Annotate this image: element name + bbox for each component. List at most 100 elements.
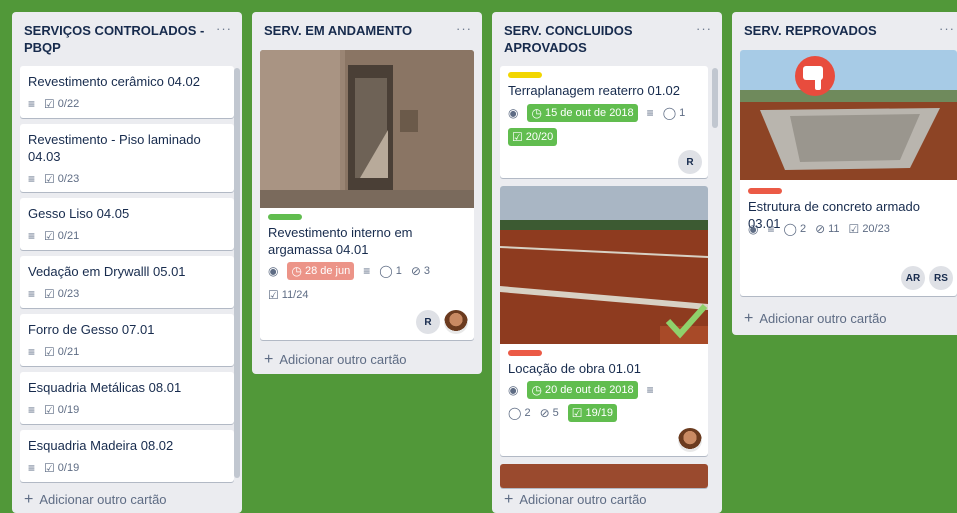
- attachments-badge: ⊘ 11: [815, 220, 839, 238]
- attachments-badge: ⊘ 5: [540, 404, 559, 422]
- checklist-icon: ☑: [571, 406, 583, 420]
- list-menu-icon[interactable]: ···: [456, 21, 472, 36]
- list-menu-icon[interactable]: ···: [216, 21, 232, 36]
- description-icon: ≡: [28, 287, 36, 301]
- card[interactable]: Revestimento cerâmico 04.02 ≡ ☑ 0/22: [20, 66, 234, 118]
- list-title[interactable]: SERV. CONCLUIDOS APROVADOS: [504, 22, 686, 56]
- checklist-count: 19/19: [585, 407, 614, 419]
- due-date-badge[interactable]: ◷ 20 de out de 2018: [527, 381, 638, 399]
- card[interactable]: Gesso Liso 04.05 ≡ ☑ 0/21: [20, 198, 234, 250]
- checklist-badge: ☑ 20/20: [508, 128, 558, 146]
- checklist-badge: ☑ 0/21: [44, 343, 79, 361]
- list-scrollbar[interactable]: [712, 68, 718, 128]
- checklist-badge: ☑ 20/23: [849, 220, 890, 238]
- watch-icon: ◉: [748, 222, 759, 236]
- checklist-badge: ☑ 0/23: [44, 170, 79, 188]
- list-reprovados: SERV. REPROVADOS ··· Estrutura de concre…: [732, 12, 957, 335]
- green-label: [268, 214, 302, 220]
- card[interactable]: Revestimento - Piso laminado 04.03 ≡ ☑ 0/…: [20, 124, 234, 192]
- description-icon: ≡: [363, 264, 371, 278]
- card-title: Esquadria Madeira 08.02: [28, 438, 174, 453]
- card[interactable]: Esquadria Madeira 08.02 ≡ ☑ 0/19: [20, 430, 234, 482]
- list-menu-icon[interactable]: ···: [939, 21, 955, 36]
- avatar[interactable]: R: [416, 310, 440, 334]
- add-card-button[interactable]: + Adicionar outro cartão: [744, 309, 887, 327]
- avatar-photo[interactable]: [678, 428, 702, 452]
- list-menu-icon[interactable]: ···: [696, 21, 712, 36]
- comments-count: 1: [679, 107, 686, 119]
- avatar[interactable]: R: [678, 150, 702, 174]
- list-scrollbar[interactable]: [234, 68, 240, 478]
- description-icon: ≡: [28, 229, 36, 243]
- list-servicos-controlados: SERVIÇOS CONTROLADOS - PBQP ··· Revestim…: [12, 12, 242, 513]
- list-header[interactable]: SERV. REPROVADOS ···: [732, 12, 957, 52]
- list-title[interactable]: SERVIÇOS CONTROLADOS - PBQP: [24, 22, 206, 56]
- add-card-button[interactable]: + Adicionar outro cartão: [24, 490, 167, 508]
- list-title[interactable]: SERV. REPROVADOS: [744, 22, 921, 39]
- description-icon: ≡: [646, 383, 654, 397]
- list-header[interactable]: SERVIÇOS CONTROLADOS - PBQP ···: [12, 12, 242, 56]
- due-date: 20 de out de 2018: [544, 384, 634, 396]
- list-em-andamento: SERV. EM ANDAMENTO ··· Revestimento inte…: [252, 12, 482, 374]
- comments-badge: ◯ 1: [379, 262, 402, 280]
- watch-icon: ◉: [268, 264, 279, 278]
- comment-icon: ◯: [662, 106, 677, 120]
- checklist-badge: ☑ 0/21: [44, 227, 79, 245]
- attachment-icon: ⊘: [410, 264, 421, 278]
- list-header[interactable]: SERV. CONCLUIDOS APROVADOS ···: [492, 12, 722, 56]
- checklist-badge: ☑ 0/22: [44, 95, 79, 113]
- comments-count: 2: [524, 407, 531, 419]
- checklist-badge: ☑ 0/23: [44, 285, 79, 303]
- clock-icon: ◷: [291, 264, 302, 278]
- card-cover-image: [500, 464, 708, 488]
- checklist-count: 20/20: [525, 131, 554, 143]
- card[interactable]: Esquadria Metálicas 08.01 ≡ ☑ 0/19: [20, 372, 234, 424]
- comments-count: 2: [799, 223, 807, 235]
- plus-icon: +: [24, 490, 34, 508]
- card-cover-image: [500, 186, 708, 344]
- card[interactable]: Terraplanagem reaterro 01.02 ◉ ◷ 15 de ou…: [500, 66, 708, 178]
- card[interactable]: Forro de Gesso 07.01 ≡ ☑ 0/21: [20, 314, 234, 366]
- checklist-badge: ☑ 11/24: [268, 286, 308, 304]
- card-title: Revestimento interno em argamassa 04.01: [268, 225, 413, 257]
- card-title: Revestimento - Piso laminado 04.03: [28, 132, 201, 164]
- avatar[interactable]: RS: [929, 266, 953, 290]
- checklist-icon: ☑: [44, 287, 55, 301]
- checklist-count: 0/19: [57, 404, 80, 416]
- avatar-photo[interactable]: [444, 310, 468, 334]
- add-card-label: Adicionar outro cartão: [279, 352, 407, 367]
- watch-icon: ◉: [508, 106, 519, 120]
- add-card-button[interactable]: + Adicionar outro cartão: [504, 491, 647, 507]
- comments-badge: ◯ 1: [663, 104, 686, 122]
- plus-icon: +: [744, 309, 754, 327]
- card[interactable]: [500, 464, 708, 488]
- card[interactable]: Locação de obra 01.01 ◉ ◷ 20 de out de 20…: [500, 186, 708, 456]
- list-title[interactable]: SERV. EM ANDAMENTO: [264, 22, 446, 39]
- site-photo: [500, 186, 708, 344]
- card-cover-image: [260, 50, 474, 208]
- due-date: 15 de out de 2018: [544, 107, 634, 119]
- construction-photo: [260, 50, 474, 208]
- checklist-count: 0/21: [57, 346, 80, 358]
- card[interactable]: Vedação em Drywalll 05.01 ≡ ☑ 0/23: [20, 256, 234, 308]
- list-header[interactable]: SERV. EM ANDAMENTO ···: [252, 12, 482, 52]
- red-label: [508, 350, 542, 356]
- watch-icon: ◉: [508, 383, 519, 397]
- card[interactable]: Revestimento interno em argamassa 04.01 …: [260, 50, 474, 340]
- board: SERVIÇOS CONTROLADOS - PBQP ··· Revestim…: [0, 0, 957, 513]
- checklist-icon: ☑: [44, 461, 55, 475]
- card[interactable]: Estrutura de concreto armado 03.01 ◉ ≡ ◯…: [740, 50, 957, 296]
- checklist-count: 11/24: [281, 289, 309, 301]
- checklist-icon: ☑: [44, 403, 55, 417]
- checklist-icon: ☑: [44, 97, 55, 111]
- attachment-icon: ⊘: [539, 406, 550, 420]
- due-date-badge[interactable]: ◷ 28 de jun: [287, 262, 355, 280]
- avatar[interactable]: AR: [901, 266, 925, 290]
- add-card-button[interactable]: + Adicionar outro cartão: [264, 351, 407, 367]
- checklist-count: 0/23: [57, 288, 80, 300]
- clock-icon: ◷: [531, 106, 542, 120]
- due-date-badge[interactable]: ◷ 15 de out de 2018: [527, 104, 638, 122]
- checklist-count: 0/19: [57, 462, 80, 474]
- card-title: Revestimento cerâmico 04.02: [28, 74, 200, 89]
- add-card-label: Adicionar outro cartão: [519, 492, 647, 507]
